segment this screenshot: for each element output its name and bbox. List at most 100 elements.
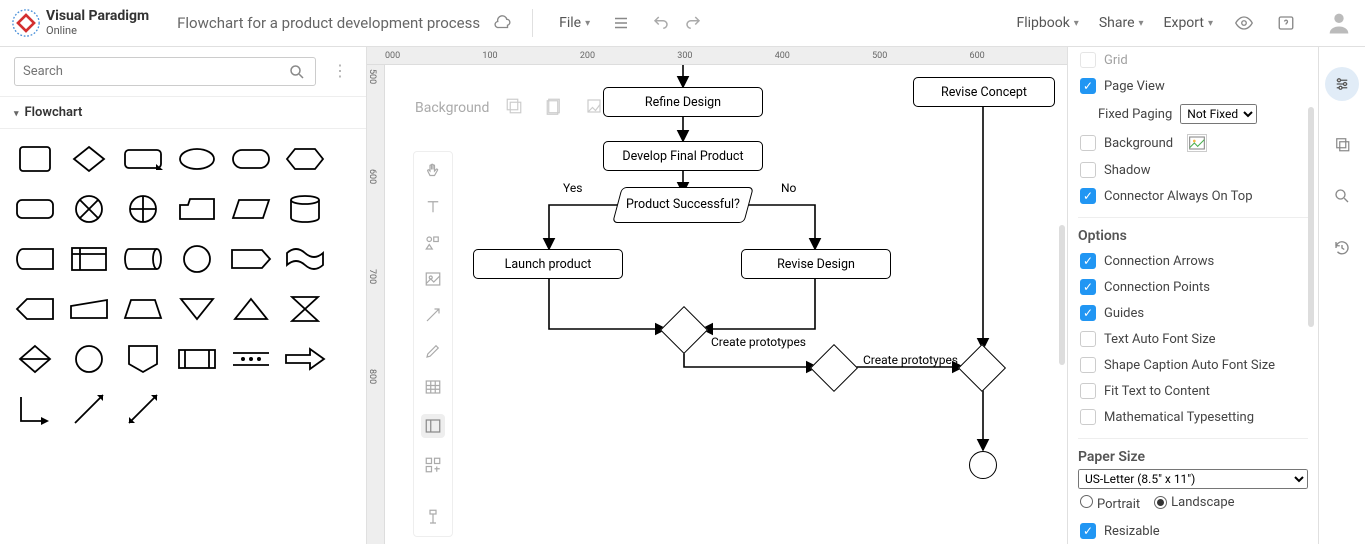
shape-line-bidir[interactable]: [120, 389, 166, 429]
chk-math[interactable]: [1080, 409, 1096, 425]
text-icon[interactable]: [424, 198, 442, 216]
layout-icon[interactable]: [421, 414, 445, 438]
shape-annotation[interactable]: [228, 339, 274, 379]
canvas[interactable]: Background: [385, 65, 1067, 544]
shape-sort[interactable]: [12, 339, 58, 379]
shape-pentagon-left[interactable]: [12, 289, 58, 329]
shape-arrow[interactable]: [282, 339, 328, 379]
menu-file[interactable]: File▾: [553, 11, 596, 35]
node-gateway-2[interactable]: [810, 344, 858, 392]
shape-predefined[interactable]: [174, 339, 220, 379]
chk-shadow[interactable]: [1080, 162, 1096, 178]
more-icon[interactable]: ⋮: [332, 61, 348, 80]
shape-circle-x[interactable]: [66, 189, 112, 229]
ruler-horizontal: 000100200300400500600: [367, 47, 1067, 65]
chk-guides[interactable]: ✓: [1080, 305, 1096, 321]
node-revise-concept[interactable]: Revise Concept: [913, 77, 1055, 107]
help-icon[interactable]: [1277, 14, 1295, 32]
chk-fit-text[interactable]: [1080, 383, 1096, 399]
shape-triangle-up[interactable]: [228, 289, 274, 329]
select-fixed-paging[interactable]: Not Fixed: [1180, 104, 1257, 124]
node-refine-design[interactable]: Refine Design: [603, 87, 763, 117]
copy-icon[interactable]: [1333, 135, 1351, 153]
chk-conn-points[interactable]: ✓: [1080, 279, 1096, 295]
shape-circle-plus[interactable]: [120, 189, 166, 229]
logo-text: Visual Paradigm Online: [46, 9, 149, 36]
menu-export[interactable]: Export▾: [1158, 11, 1219, 35]
shape-hourglass[interactable]: [282, 289, 328, 329]
cloud-icon[interactable]: [494, 14, 512, 32]
node-gateway-1[interactable]: [660, 306, 708, 354]
shape-rect-round2[interactable]: [12, 189, 58, 229]
shape-circle[interactable]: [174, 239, 220, 279]
shape-parallelogram[interactable]: [228, 189, 274, 229]
edges: [385, 65, 1067, 544]
shape-cylinder-h[interactable]: [120, 239, 166, 279]
shape-square[interactable]: [12, 139, 58, 179]
radio-landscape[interactable]: Landscape: [1154, 495, 1234, 512]
shape-manual-input[interactable]: [66, 289, 112, 329]
image-icon[interactable]: [424, 270, 442, 288]
chk-conn-arrows[interactable]: ✓: [1080, 253, 1096, 269]
node-develop[interactable]: Develop Final Product: [603, 141, 763, 171]
hamburger-icon[interactable]: [612, 14, 630, 32]
chk-shape-caption[interactable]: [1080, 357, 1096, 373]
radio-portrait[interactable]: Portrait: [1080, 495, 1140, 512]
canvas-scrollbar[interactable]: [1059, 225, 1065, 365]
chk-resizable[interactable]: ✓: [1080, 523, 1096, 539]
shape-rect-round[interactable]: [120, 139, 166, 179]
panel-scrollbar[interactable]: [1308, 107, 1314, 327]
search-input[interactable]: [14, 57, 316, 86]
node-revise-design[interactable]: Revise Design: [741, 249, 891, 279]
undo-icon[interactable]: [652, 14, 670, 32]
section-flowchart[interactable]: Flowchart: [0, 97, 366, 129]
shape-bracket[interactable]: [12, 389, 58, 429]
format-icon[interactable]: [424, 508, 442, 526]
shapes-icon[interactable]: [424, 234, 442, 252]
shape-diamond[interactable]: [66, 139, 112, 179]
chk-grid[interactable]: [1080, 52, 1096, 68]
logo[interactable]: Visual Paradigm Online: [12, 9, 149, 37]
menu-flipbook[interactable]: Flipbook▾: [1010, 11, 1084, 35]
node-decision[interactable]: Product Successful?: [612, 187, 754, 223]
shape-ellipse[interactable]: [174, 139, 220, 179]
chk-background[interactable]: [1080, 135, 1096, 151]
shape-triangle-down[interactable]: [174, 289, 220, 329]
top-bar: Visual Paradigm Online Flowchart for a p…: [0, 0, 1365, 47]
user-icon[interactable]: [1325, 9, 1353, 37]
table-icon[interactable]: [424, 378, 442, 396]
zoom-icon[interactable]: [1333, 187, 1351, 205]
shape-tab[interactable]: [174, 189, 220, 229]
shape-offpage[interactable]: [120, 339, 166, 379]
history-icon[interactable]: [1333, 239, 1351, 257]
shape-line-arrow[interactable]: [66, 389, 112, 429]
shapes-palette: [0, 129, 366, 439]
doc-title[interactable]: Flowchart for a product development proc…: [177, 14, 480, 32]
settings-icon[interactable]: [1325, 67, 1359, 101]
pan-icon[interactable]: [424, 162, 442, 180]
shape-trapezoid[interactable]: [120, 289, 166, 329]
arrow-tool-icon[interactable]: [424, 306, 442, 324]
shape-circle2[interactable]: [66, 339, 112, 379]
shape-storage[interactable]: [12, 239, 58, 279]
chk-page-view[interactable]: ✓: [1080, 78, 1096, 94]
node-launch[interactable]: Launch product: [473, 249, 623, 279]
preview-icon[interactable]: [1235, 14, 1253, 32]
shape-tape[interactable]: [282, 239, 328, 279]
shape-display[interactable]: [228, 239, 274, 279]
menu-share[interactable]: Share▾: [1093, 11, 1150, 35]
shape-cylinder[interactable]: [282, 189, 328, 229]
redo-icon[interactable]: [684, 14, 702, 32]
node-end[interactable]: [969, 451, 997, 479]
shape-internal[interactable]: [66, 239, 112, 279]
select-paper-size[interactable]: US-Letter (8.5" x 11"): [1078, 469, 1308, 489]
grid-icon[interactable]: [424, 456, 442, 474]
shape-hexagon[interactable]: [282, 139, 328, 179]
shape-stadium[interactable]: [228, 139, 274, 179]
pen-icon[interactable]: [424, 342, 442, 360]
image-swatch-icon[interactable]: [1187, 134, 1207, 152]
chk-connector-top[interactable]: ✓: [1080, 188, 1096, 204]
node-gateway-3[interactable]: [958, 344, 1006, 392]
shapes-panel: ⋮ Flowchart: [0, 47, 367, 544]
chk-text-auto[interactable]: [1080, 331, 1096, 347]
